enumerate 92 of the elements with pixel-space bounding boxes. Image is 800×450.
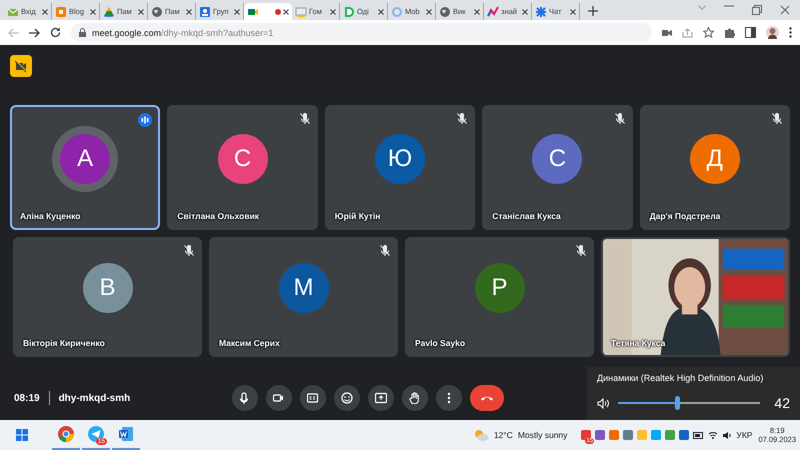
camera-button[interactable] bbox=[266, 385, 292, 411]
new-tab-icon[interactable] bbox=[588, 6, 598, 16]
participant-name: Максим Серих bbox=[219, 338, 280, 348]
avatar-icon[interactable] bbox=[766, 26, 779, 39]
slider-thumb[interactable] bbox=[675, 396, 680, 410]
participant-name: Юрій Кутін bbox=[334, 211, 380, 221]
reload-icon[interactable] bbox=[50, 27, 61, 38]
tray-app-icon[interactable] bbox=[609, 430, 620, 440]
participant-name: Аліна Куценко bbox=[20, 211, 80, 221]
mail-icon bbox=[7, 6, 19, 18]
lock-icon bbox=[79, 28, 86, 37]
document-icon bbox=[118, 426, 134, 442]
camera-icon bbox=[273, 392, 286, 404]
speaker-icon[interactable] bbox=[722, 430, 732, 440]
close-icon[interactable] bbox=[283, 8, 289, 14]
contact-card-icon bbox=[199, 6, 211, 18]
avatar: Д bbox=[690, 134, 740, 184]
close-icon[interactable] bbox=[378, 8, 384, 14]
tray-app-icon[interactable] bbox=[623, 430, 634, 440]
tray-app-icon[interactable] bbox=[679, 430, 690, 440]
present-icon bbox=[375, 392, 388, 404]
avatar: P bbox=[474, 263, 524, 313]
slides-icon bbox=[295, 6, 307, 18]
letter-d-icon bbox=[343, 6, 355, 18]
share-icon[interactable] bbox=[682, 28, 693, 38]
participant-name: Станіслав Кукса bbox=[492, 211, 561, 221]
windows-icon bbox=[16, 429, 28, 441]
captions-button[interactable] bbox=[300, 385, 326, 411]
forward-icon[interactable] bbox=[29, 28, 40, 38]
close-icon[interactable] bbox=[42, 8, 48, 14]
emoji-icon bbox=[341, 392, 354, 404]
captions-icon bbox=[307, 392, 320, 404]
globe-icon bbox=[439, 6, 451, 18]
close-icon[interactable] bbox=[780, 5, 790, 15]
puzzle-icon[interactable] bbox=[724, 27, 735, 38]
hand-button[interactable] bbox=[402, 385, 428, 411]
address-bar[interactable]: meet.google.com/dhy-mkqd-smh?authuser=1 bbox=[71, 23, 652, 42]
swirl-icon bbox=[391, 6, 403, 18]
close-icon[interactable] bbox=[186, 8, 192, 14]
avatar: Ю bbox=[374, 134, 425, 184]
tray-app-icon[interactable] bbox=[595, 430, 606, 440]
close-icon[interactable] bbox=[426, 8, 432, 14]
participant-name: Світлана Ольховик bbox=[177, 211, 260, 221]
url-text: meet.google.com/dhy-mkqd-smh?authuser=1 bbox=[92, 28, 274, 38]
meeting-time: 08:19 bbox=[14, 392, 40, 404]
minimize-icon[interactable] bbox=[724, 5, 734, 7]
close-icon[interactable] bbox=[522, 8, 528, 14]
globe-icon bbox=[151, 6, 163, 18]
weather-text: Mostly sunny bbox=[518, 430, 568, 440]
browser-tab[interactable] bbox=[244, 3, 292, 20]
snowflake-icon bbox=[535, 6, 547, 18]
star-icon[interactable] bbox=[703, 27, 714, 38]
more-button[interactable] bbox=[436, 385, 462, 411]
hang-up-button[interactable] bbox=[470, 385, 504, 411]
avatar: С bbox=[218, 134, 268, 184]
wifi-icon[interactable] bbox=[708, 431, 718, 439]
avatar: М bbox=[278, 263, 328, 313]
present-button[interactable] bbox=[368, 385, 394, 411]
temperature: 12°C bbox=[494, 430, 513, 440]
close-icon[interactable] bbox=[330, 8, 336, 14]
sidebar-icon[interactable] bbox=[745, 27, 756, 38]
meeting-code: dhy-mkqd-smh bbox=[58, 392, 130, 404]
close-icon[interactable] bbox=[90, 8, 96, 14]
close-icon[interactable] bbox=[474, 8, 480, 14]
restore-icon[interactable] bbox=[752, 5, 762, 15]
avatar: С bbox=[532, 134, 582, 184]
close-icon[interactable] bbox=[234, 8, 240, 14]
participant-name: Вікторія Кириченко bbox=[23, 338, 105, 348]
chart-icon bbox=[487, 6, 499, 18]
audio-device-name: Динамики (Realtek High Definition Audio) bbox=[597, 373, 764, 383]
camera-off-icon[interactable] bbox=[10, 55, 32, 77]
emoji-button[interactable] bbox=[334, 385, 360, 411]
speaker-icon[interactable] bbox=[597, 398, 610, 408]
language-indicator[interactable]: УКР bbox=[736, 430, 752, 440]
avatar: А bbox=[60, 134, 110, 184]
chrome-icon bbox=[58, 426, 74, 442]
close-icon[interactable] bbox=[138, 8, 144, 14]
sun-cloud-icon bbox=[472, 429, 489, 441]
menu-icon[interactable] bbox=[789, 27, 792, 38]
camera-icon[interactable] bbox=[662, 28, 672, 36]
participant-name: Дар'я Подстрела bbox=[650, 211, 720, 221]
participant-name: Pavlo Sayko bbox=[415, 338, 466, 348]
paper-plane-icon bbox=[88, 426, 104, 442]
tray-app-icon[interactable] bbox=[665, 430, 676, 440]
volume-reading: 42 bbox=[773, 395, 790, 411]
close-icon[interactable] bbox=[570, 8, 576, 14]
battery-icon[interactable] bbox=[693, 432, 704, 438]
hand-icon bbox=[409, 392, 422, 404]
square-icon bbox=[55, 6, 67, 18]
avatar: В bbox=[82, 263, 132, 313]
triangle-icon bbox=[103, 6, 115, 18]
mic-button[interactable] bbox=[232, 385, 258, 411]
